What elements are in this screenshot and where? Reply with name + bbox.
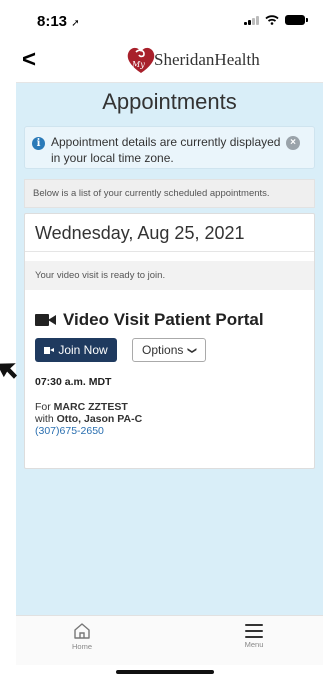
info-alert-text: Appointment details are currently displa… xyxy=(51,135,281,165)
bottom-nav: Home Menu xyxy=(16,615,323,665)
logo-heart-icon: My xyxy=(127,47,155,73)
provider-name: Otto, Jason PA-C xyxy=(56,413,143,425)
close-icon[interactable]: × xyxy=(286,136,300,150)
menu-icon xyxy=(245,624,263,638)
logo-mark-text: My xyxy=(131,60,145,69)
timezone-info-alert: i Appointment details are currently disp… xyxy=(24,126,315,169)
visit-patient-line: For MARC ZZTEST xyxy=(35,401,128,413)
back-button[interactable]: < xyxy=(22,46,36,74)
app-header: < My SheridanHealth xyxy=(16,40,323,82)
video-visit-ready-note: Your video visit is ready to join. xyxy=(25,261,314,290)
join-now-label: Join Now xyxy=(58,343,108,357)
visit-title-row: Video Visit Patient Portal xyxy=(35,310,264,330)
provider-phone-link[interactable]: (307)675-2650 xyxy=(35,425,104,437)
sheridan-health-logo: My SheridanHealth xyxy=(125,42,260,78)
nav-home-label: Home xyxy=(71,642,92,651)
wifi-icon xyxy=(265,15,279,25)
back-chevron-icon: < xyxy=(22,46,37,73)
status-time: 8:13 ➚ xyxy=(37,13,80,30)
nav-home[interactable]: Home xyxy=(42,622,122,651)
visit-provider-line: with Otto, Jason PA-C xyxy=(35,413,142,425)
appointments-content: Appointments i Appointment details are c… xyxy=(16,83,323,615)
status-bar: 8:13 ➚ xyxy=(0,0,331,40)
pointer-arrow-icon xyxy=(0,363,18,379)
status-time-text: 8:13 xyxy=(37,13,68,30)
battery-icon xyxy=(285,15,308,25)
appointments-list-note: Below is a list of your currently schedu… xyxy=(24,179,315,208)
with-prefix: with xyxy=(35,413,57,425)
nav-menu-label: Menu xyxy=(244,640,264,649)
options-label: Options xyxy=(142,343,184,357)
nav-menu[interactable]: Menu xyxy=(214,622,294,649)
logo-text: SheridanHealth xyxy=(154,50,260,69)
signal-icon xyxy=(244,15,259,25)
home-indicator xyxy=(116,670,214,674)
join-now-button[interactable]: Join Now xyxy=(35,338,117,362)
home-icon xyxy=(74,623,90,639)
page-title: Appointments xyxy=(102,89,237,114)
location-icon: ➚ xyxy=(71,18,80,29)
visit-time: 07:30 a.m. MDT xyxy=(35,376,112,388)
phone-screen: 8:13 ➚ < My SheridanHealth Appointments … xyxy=(0,0,331,677)
appointment-date: Wednesday, Aug 25, 2021 xyxy=(35,223,245,243)
for-prefix: For xyxy=(35,401,54,413)
chevron-down-icon: ❯ xyxy=(187,346,198,354)
options-dropdown-button[interactable]: Options ❯ xyxy=(132,338,206,362)
patient-name: MARC ZZTEST xyxy=(53,401,128,413)
join-camera-icon xyxy=(44,346,55,354)
status-icons xyxy=(244,15,308,25)
info-icon: i xyxy=(32,137,45,150)
appointment-card: Wednesday, Aug 25, 2021 Your video visit… xyxy=(24,213,315,469)
visit-title: Video Visit Patient Portal xyxy=(63,310,264,329)
video-camera-icon xyxy=(35,313,57,327)
card-divider xyxy=(25,251,314,252)
